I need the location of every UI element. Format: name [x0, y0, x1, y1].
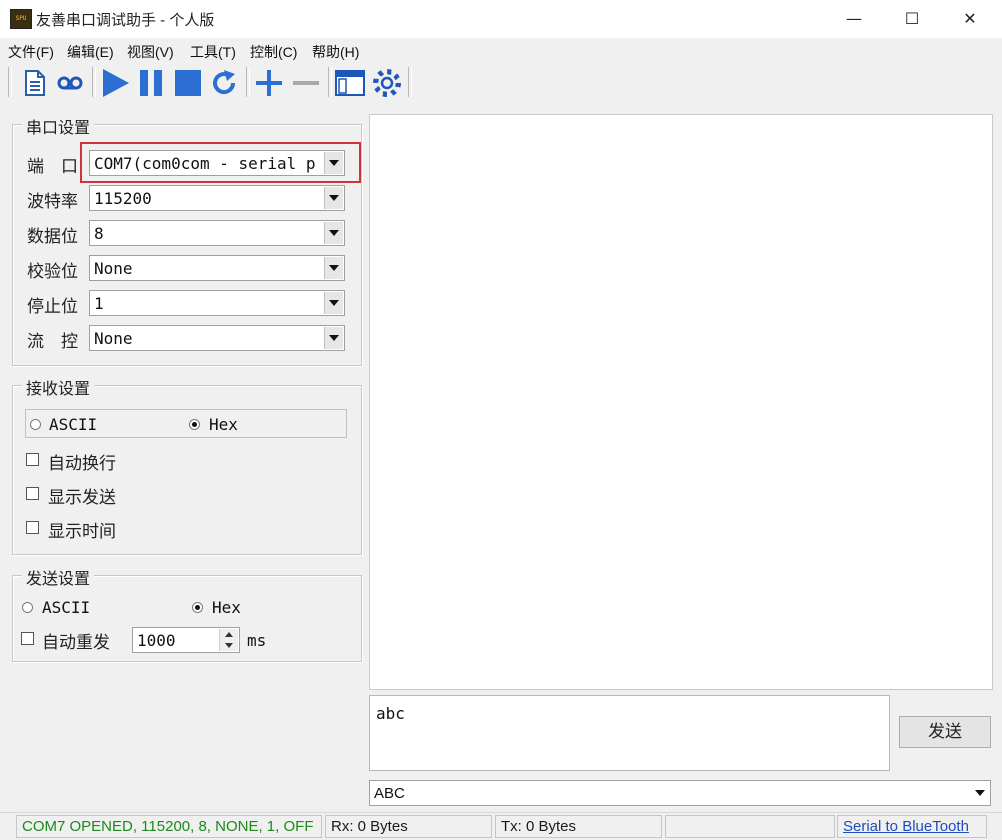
- send-history-value: ABC: [374, 785, 405, 802]
- toolbar-grip: [8, 67, 12, 97]
- tx-counter: Tx: 0 Bytes: [495, 815, 662, 838]
- receive-hex-label[interactable]: Hex: [209, 415, 238, 434]
- flow-control-select[interactable]: None: [89, 325, 345, 351]
- show-send-checkbox[interactable]: [26, 487, 39, 500]
- add-icon[interactable]: [253, 67, 285, 99]
- gear-icon[interactable]: [371, 67, 403, 99]
- port-status: COM7 OPENED, 115200, 8, NONE, 1, OFF: [16, 815, 322, 838]
- receive-area[interactable]: [369, 114, 993, 690]
- show-time-label[interactable]: 显示时间: [48, 517, 116, 542]
- receive-settings-title: 接收设置: [22, 375, 95, 399]
- receive-hex-radio[interactable]: [189, 419, 200, 430]
- send-settings-title: 发送设置: [22, 565, 95, 589]
- parity-label: 校验位: [27, 262, 78, 281]
- menu-file[interactable]: 文件(F): [8, 42, 54, 62]
- toolbar-separator: [92, 67, 96, 97]
- receive-ascii-radio[interactable]: [30, 419, 41, 430]
- send-ascii-label[interactable]: ASCII: [42, 598, 90, 617]
- status-empty-cell: [665, 815, 835, 838]
- show-send-label[interactable]: 显示发送: [48, 483, 116, 508]
- stop-bits-value: 1: [94, 294, 104, 313]
- auto-wrap-label[interactable]: 自动换行: [48, 449, 116, 474]
- data-bits-value: 8: [94, 224, 104, 243]
- bluetooth-link[interactable]: Serial to BlueTooth: [837, 815, 987, 838]
- menu-view[interactable]: 视图(V): [127, 42, 174, 62]
- close-button[interactable]: ✕: [942, 0, 998, 38]
- menu-edit[interactable]: 编辑(E): [67, 42, 114, 62]
- app-icon: SPU: [10, 9, 32, 29]
- rx-counter: Rx: 0 Bytes: [325, 815, 492, 838]
- send-button[interactable]: 发送: [899, 716, 991, 748]
- window-title: 友善串口调试助手 - 个人版: [36, 12, 215, 29]
- send-input[interactable]: abc: [369, 695, 890, 771]
- send-hex-radio[interactable]: [192, 602, 203, 613]
- chevron-down-icon[interactable]: [324, 257, 343, 279]
- parity-select[interactable]: None: [89, 255, 345, 281]
- send-input-text: abc: [376, 704, 405, 723]
- data-bits-select[interactable]: 8: [89, 220, 345, 246]
- chevron-down-icon[interactable]: [971, 782, 989, 804]
- flow-control-value: None: [94, 329, 133, 348]
- maximize-button[interactable]: ☐: [884, 0, 940, 38]
- menu-help[interactable]: 帮助(H): [312, 42, 359, 62]
- toolbar-separator: [328, 67, 332, 97]
- chevron-down-icon[interactable]: [324, 327, 343, 349]
- auto-wrap-checkbox[interactable]: [26, 453, 39, 466]
- stop-bits-label: 停止位: [27, 297, 78, 316]
- baud-rate-value: 115200: [94, 189, 152, 208]
- menu-tools[interactable]: 工具(T): [190, 42, 236, 62]
- receive-ascii-label[interactable]: ASCII: [49, 415, 97, 434]
- spin-up-icon[interactable]: [219, 629, 238, 640]
- minimize-button[interactable]: —: [826, 0, 882, 38]
- parity-value: None: [94, 259, 133, 278]
- resend-interval-value: 1000: [137, 631, 176, 650]
- show-time-checkbox[interactable]: [26, 521, 39, 534]
- pause-icon[interactable]: [135, 67, 167, 99]
- chevron-down-icon[interactable]: [324, 187, 343, 209]
- chevron-down-icon[interactable]: [324, 222, 343, 244]
- chevron-down-icon[interactable]: [324, 292, 343, 314]
- port-label: 端 口: [27, 157, 78, 176]
- auto-resend-label[interactable]: 自动重发: [42, 628, 110, 653]
- send-history-select[interactable]: ABC: [369, 780, 991, 806]
- flow-control-label: 流 控: [27, 332, 78, 351]
- toolbar-separator: [408, 67, 412, 97]
- auto-resend-checkbox[interactable]: [21, 632, 34, 645]
- menu-control[interactable]: 控制(C): [250, 42, 297, 62]
- send-hex-label[interactable]: Hex: [212, 598, 241, 617]
- stop-bits-select[interactable]: 1: [89, 290, 345, 316]
- remove-icon[interactable]: [290, 67, 322, 99]
- interval-unit: ms: [247, 631, 267, 650]
- resend-interval-input[interactable]: 1000: [132, 627, 240, 653]
- port-highlight-box: [80, 142, 361, 183]
- spin-down-icon[interactable]: [219, 640, 238, 651]
- new-file-icon[interactable]: [18, 67, 50, 99]
- play-icon[interactable]: [100, 67, 132, 99]
- refresh-icon[interactable]: [208, 67, 240, 99]
- send-ascii-radio[interactable]: [22, 602, 33, 613]
- data-bits-label: 数据位: [27, 227, 78, 246]
- baud-rate-select[interactable]: 115200: [89, 185, 345, 211]
- baud-label: 波特率: [27, 192, 78, 211]
- tape-icon[interactable]: [54, 67, 86, 99]
- stop-icon[interactable]: [172, 67, 204, 99]
- window-icon[interactable]: [334, 67, 366, 99]
- serial-settings-title: 串口设置: [22, 114, 95, 138]
- toolbar-separator: [246, 67, 250, 97]
